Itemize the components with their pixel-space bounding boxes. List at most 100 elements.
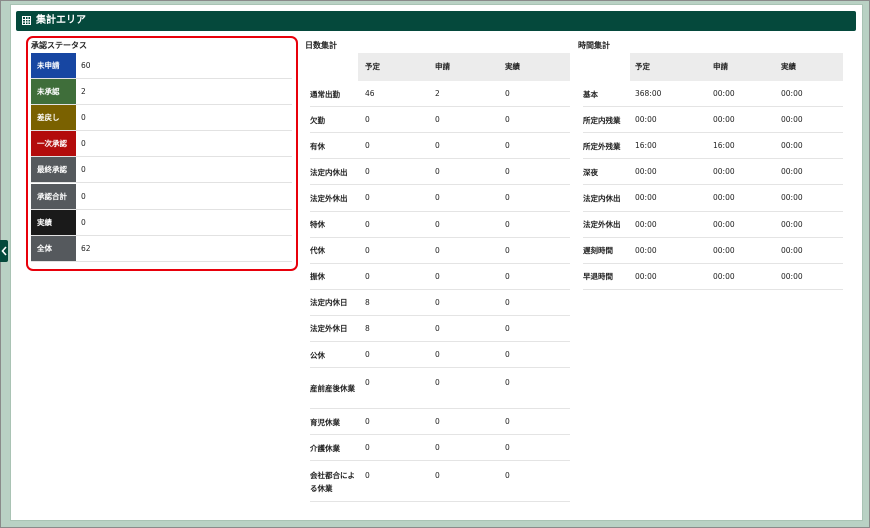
hours-row-value: 00:00	[713, 193, 735, 203]
hours-row-label: 法定外休出	[583, 220, 621, 230]
days-row-value: 0	[435, 271, 440, 281]
hours-column-header: 予定	[635, 62, 650, 71]
days-row-value: 8	[365, 297, 370, 307]
hours-table-row: 所定内残業 00:00 00:00 00:00	[583, 107, 843, 133]
hours-row-value: 00:00	[781, 167, 803, 177]
status-value: 0	[81, 113, 86, 123]
approval-status-title: 承認ステータス	[31, 41, 87, 50]
hours-row-label: 基本	[583, 89, 598, 99]
status-row: 差戻し 0	[31, 105, 292, 132]
hours-row-value: 00:00	[635, 193, 657, 203]
days-row-value: 0	[365, 443, 370, 453]
hours-row-value: 368:00	[635, 89, 662, 98]
hours-table-row: 深夜 00:00 00:00 00:00	[583, 159, 843, 185]
status-value: 2	[81, 87, 86, 97]
days-table-row: 通常出勤 46 2 0	[310, 81, 570, 107]
days-row-divider	[358, 501, 570, 503]
days-row-label: 代休	[310, 246, 325, 256]
hours-row-value: 16:00	[635, 141, 657, 151]
days-row-value: 0	[505, 297, 510, 307]
days-row-value: 0	[505, 115, 510, 125]
days-row-value: 0	[505, 350, 510, 359]
days-row-value: 0	[505, 89, 510, 98]
days-row-label: 振休	[310, 272, 325, 282]
status-value: 0	[81, 191, 86, 201]
days-row-value: 0	[365, 115, 370, 125]
days-table-row: 特休 0 0 0	[310, 212, 570, 238]
days-row-value: 0	[435, 350, 440, 359]
days-column-header: 実績	[505, 62, 520, 71]
status-row: 全体 62	[31, 235, 292, 262]
days-row-label: 法定外休日	[310, 324, 348, 334]
days-row-value: 0	[505, 417, 510, 427]
summary-area-header: 集計エリア	[16, 11, 856, 31]
hours-column-header: 申請	[713, 62, 728, 71]
days-row-value: 0	[365, 141, 370, 151]
hours-row-value: 00:00	[713, 89, 735, 98]
status-value: 0	[81, 165, 86, 175]
days-table-row: 有休 0 0 0	[310, 133, 570, 159]
hours-row-value: 00:00	[635, 271, 657, 281]
days-column-header: 申請	[435, 62, 450, 71]
days-row-value: 0	[435, 297, 440, 307]
status-label-badge: 未申請	[31, 53, 76, 78]
hours-table-row: 法定外休出 00:00 00:00 00:00	[583, 212, 843, 238]
days-row-value: 0	[435, 193, 440, 203]
hours-row-label: 法定内休出	[583, 193, 621, 203]
days-table-row: 法定外休日 8 0 0	[310, 316, 570, 342]
hour-summary-title: 時間集計	[578, 41, 610, 50]
days-row-value: 46	[365, 89, 375, 98]
days-row-value: 0	[505, 167, 510, 177]
summary-area-title: 集計エリア	[36, 15, 86, 26]
hours-row-value: 00:00	[781, 219, 803, 229]
hours-row-value: 00:00	[781, 141, 803, 151]
days-row-value: 0	[505, 219, 510, 229]
days-row-value: 2	[435, 89, 440, 98]
hours-row-value: 00:00	[713, 219, 735, 229]
days-row-label: 産前産後休業	[310, 384, 355, 394]
days-row-value: 8	[365, 323, 370, 333]
days-row-value: 0	[435, 471, 440, 481]
grid-table-icon	[22, 16, 31, 25]
status-value: 60	[81, 61, 91, 70]
status-row: 未承認 2	[31, 79, 292, 106]
hours-row-value: 00:00	[713, 115, 735, 125]
days-row-label: 有休	[310, 141, 325, 151]
hours-row-value: 00:00	[781, 245, 803, 255]
days-row-value: 0	[435, 323, 440, 333]
hours-row-label: 早退時間	[583, 272, 613, 282]
days-row-value: 0	[435, 245, 440, 255]
days-row-value: 0	[505, 245, 510, 255]
days-row-value: 0	[435, 141, 440, 151]
days-row-label: 欠勤	[310, 115, 325, 125]
status-value: 62	[81, 243, 91, 253]
days-row-value: 0	[365, 271, 370, 281]
status-label-badge: 差戻し	[31, 105, 76, 131]
hours-row-value: 00:00	[635, 167, 657, 177]
hours-table-row: 所定外残業 16:00 16:00 00:00	[583, 133, 843, 159]
hours-row-divider	[583, 288, 630, 290]
hours-row-value: 00:00	[635, 245, 657, 255]
days-row-value: 0	[435, 417, 440, 427]
hours-row-value: 00:00	[781, 115, 803, 125]
hours-row-value: 16:00	[713, 141, 735, 151]
sidebar-collapse-tab[interactable]	[0, 240, 8, 262]
hours-table-row: 遅刻時間 00:00 00:00 00:00	[583, 238, 843, 264]
hours-row-divider	[630, 288, 843, 290]
days-table-header: 予定 申請 実績	[358, 53, 570, 81]
days-row-value: 0	[435, 443, 440, 453]
days-row-value: 0	[505, 323, 510, 333]
status-label-badge: 承認合計	[31, 183, 76, 209]
days-row-value: 0	[435, 378, 440, 388]
days-row-divider	[310, 501, 358, 503]
hours-table-row: 法定内休出 00:00 00:00 00:00	[583, 185, 843, 211]
days-row-value: 0	[505, 193, 510, 203]
days-row-label: 法定外休出	[310, 193, 348, 203]
days-row-value: 0	[505, 443, 510, 453]
days-row-value: 0	[435, 115, 440, 125]
days-row-label: 通常出勤	[310, 89, 340, 99]
status-label-badge: 全体	[31, 235, 76, 261]
days-table-row: 法定外休出 0 0 0	[310, 185, 570, 211]
days-table-row: 欠勤 0 0 0	[310, 107, 570, 133]
days-row-value: 0	[505, 378, 510, 388]
